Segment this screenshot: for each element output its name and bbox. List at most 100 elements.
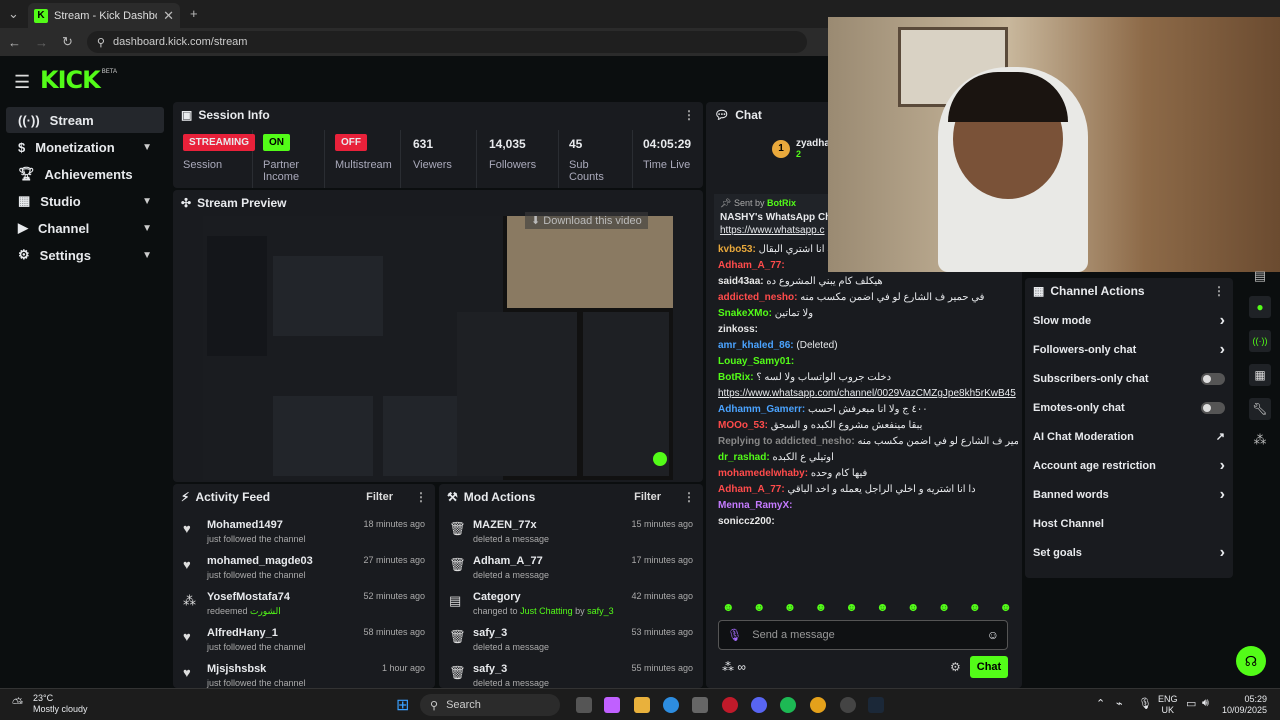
activity-rail-icon[interactable]: ⁂ [1254, 432, 1267, 448]
chat-username[interactable]: SnakeXMo: [718, 308, 772, 319]
emote-icon[interactable]: ☻ [814, 600, 827, 614]
chat-username[interactable]: Menna_RamyX: [718, 500, 792, 511]
chat-username[interactable]: soniccz200: [718, 516, 775, 527]
list-item[interactable]: ⁂ YosefMostafa74 redeemed الشورت 52 minutes… [183, 588, 425, 624]
chevron-right-icon[interactable]: › [1220, 341, 1225, 359]
layout-rail-icon[interactable]: ▦ [1249, 364, 1271, 386]
chat-message[interactable]: soniccz200: [718, 515, 1018, 528]
chat-message[interactable]: Adham_A_77: دا انا اشتريه و اخلي الراجل … [718, 483, 1018, 496]
external-link-icon[interactable]: ↗ [1216, 430, 1225, 443]
wrench-icon[interactable]: 🔧︎ [1249, 398, 1271, 420]
new-tab-icon[interactable]: + [190, 6, 198, 21]
chat-username[interactable]: BotRix: [718, 372, 754, 383]
app-icon[interactable] [604, 697, 620, 713]
more-options-icon[interactable]: ⋮ [683, 108, 695, 122]
channel-action-item[interactable]: Followers-only chat › [1025, 335, 1233, 364]
chat-rail-icon[interactable]: ● [1249, 296, 1271, 318]
mod-filter-button[interactable]: Filter [634, 491, 661, 503]
chat-username[interactable]: Adham_A_77: [718, 484, 785, 495]
send-chat-button[interactable]: Chat [970, 656, 1008, 678]
more-options-icon[interactable]: ⋮ [683, 490, 695, 504]
close-tab-icon[interactable]: ✕ [163, 8, 174, 24]
more-options-icon[interactable]: ⋮ [415, 490, 427, 504]
emote-icon[interactable]: ☻ [876, 600, 889, 614]
top-gifter[interactable]: 1 zyadhar 2 [772, 138, 834, 159]
channel-action-item[interactable]: Slow mode › [1025, 306, 1233, 335]
kick-logo[interactable]: KICK BETA [40, 66, 117, 94]
toggle-switch[interactable] [1201, 401, 1225, 414]
store-icon[interactable] [692, 697, 708, 713]
more-options-icon[interactable]: ⋮ [1213, 284, 1225, 298]
emoji-icon[interactable]: ☺ [987, 628, 999, 642]
broadcast-rail-icon[interactable]: ((·)) [1249, 330, 1271, 352]
sidebar-item-stream[interactable]: ((·)) Stream [6, 107, 164, 133]
emote-icon[interactable]: ☻ [938, 600, 951, 614]
chat-username[interactable]: addicted_nesho: [718, 292, 797, 303]
tab-list-icon[interactable]: ⌄ [8, 6, 19, 22]
chat-message[interactable]: zinkoss: [718, 323, 1018, 336]
spotify-icon[interactable] [780, 697, 796, 713]
notes-icon[interactable]: ▤ [1254, 268, 1266, 284]
chevron-right-icon[interactable]: › [1220, 486, 1225, 504]
emote-icon[interactable]: ☻ [969, 600, 982, 614]
chat-input[interactable]: 🎙︎ Send a message ☺ [718, 620, 1008, 650]
list-item[interactable]: 🗑︎ Adham_A_77 deleted a message 17 minutes … [449, 552, 693, 588]
forward-icon[interactable]: → [35, 35, 48, 50]
emote-icon[interactable]: ☻ [784, 600, 797, 614]
list-item[interactable]: ♥ AlfredHany_1 just followed the channel 58… [183, 624, 425, 660]
chat-message[interactable]: mohamedelwhaby: فيها كام وحده [718, 467, 1018, 480]
chat-username[interactable]: zinkoss: [718, 324, 758, 335]
steam-icon[interactable] [868, 697, 884, 713]
emote-icon[interactable]: ☻ [753, 600, 766, 614]
volume-icon[interactable]: 🔊︎ [1202, 697, 1209, 710]
chat-username[interactable]: Adham_A_77: [718, 260, 785, 271]
task-view-icon[interactable] [576, 697, 592, 713]
list-item[interactable]: ♥ Mohamed1497 just followed the channel 18 … [183, 516, 425, 552]
emote-icon[interactable]: ☻ [907, 600, 920, 614]
reload-icon[interactable]: ↻ [62, 34, 73, 50]
stream-preview-video[interactable]: ⬇ Download this video [203, 212, 673, 480]
activity-filter-button[interactable]: Filter [366, 491, 393, 503]
chat-username[interactable]: mohamedelwhaby: [718, 468, 808, 479]
weather-widget[interactable]: 23°C Mostly cloudy [33, 693, 88, 715]
language-indicator[interactable]: ENG UK [1158, 694, 1178, 716]
chat-message[interactable]: Menna_RamyX: [718, 499, 1018, 512]
download-video-button[interactable]: ⬇ Download this video [525, 212, 648, 229]
emote-icon[interactable]: ☻ [845, 600, 858, 614]
list-item[interactable]: 🗑︎ MAZEN_77x deleted a message 15 minutes a… [449, 516, 693, 552]
channel-action-item[interactable]: Account age restriction › [1025, 451, 1233, 480]
list-item[interactable]: ♥ mohamed_magde03 just followed the channe… [183, 552, 425, 588]
sidebar-item-achievements[interactable]: 🏆︎ Achievements [6, 161, 164, 187]
chat-username[interactable]: Louay_Samy01: [718, 356, 794, 367]
toggle-switch[interactable] [1201, 372, 1225, 385]
clock[interactable]: 05:29 10/09/2025 [1222, 694, 1267, 716]
chat-username[interactable]: amr_khaled_86: [718, 340, 794, 351]
chat-username[interactable]: Replying to addicted_nesho: [718, 436, 855, 447]
channel-action-item[interactable]: Set goals › [1025, 538, 1233, 567]
chat-message[interactable]: Louay_Samy01: [718, 355, 1018, 368]
emote-icon[interactable]: ☻ [722, 600, 735, 614]
mic-icon[interactable]: 🎙︎ [1138, 697, 1152, 710]
channel-action-item[interactable]: AI Chat Moderation ↗ [1025, 422, 1233, 451]
chrome-icon[interactable] [810, 697, 826, 713]
channel-action-item[interactable]: Host Channel [1025, 509, 1233, 538]
sidebar-item-settings[interactable]: ⚙ Settings ▼ [6, 242, 164, 268]
obs-icon[interactable] [840, 697, 856, 713]
network-icon[interactable]: ⌁ [1116, 697, 1123, 710]
windows-start-icon[interactable]: ⊞ [396, 695, 409, 715]
discord-icon[interactable] [751, 697, 767, 713]
chat-message[interactable]: https://www.whatsapp.com/channel/0029Vaz… [718, 387, 1018, 400]
sidebar-item-channel[interactable]: ▶ Channel ▼ [6, 215, 164, 241]
chat-message[interactable]: dr_rashad: اوتيلي ع الكبده [718, 451, 1018, 464]
chat-message[interactable]: MOOo_53: يبقا مينفعش مشروع الكبده و السج… [718, 419, 1018, 432]
list-item[interactable]: ▤ Category changed to Just Chatting by saf… [449, 588, 693, 624]
menu-icon[interactable]: ☰ [14, 72, 30, 93]
chevron-right-icon[interactable]: › [1220, 312, 1225, 330]
taskbar-search[interactable]: ⚲ Search [420, 694, 560, 716]
list-item[interactable]: 🗑︎ safy_3 deleted a message 55 minutes ago [449, 660, 693, 688]
url-field[interactable]: ⚲ dashboard.kick.com/stream [86, 31, 807, 53]
sidebar-item-studio[interactable]: ▦ Studio ▼ [6, 188, 164, 214]
chat-message[interactable]: BotRix: دخلت جروب الواتساب ولا لسه ؟ [718, 371, 1018, 384]
chat-username[interactable]: kvbo53: [718, 244, 756, 255]
channel-action-item[interactable]: Emotes-only chat [1025, 393, 1233, 422]
